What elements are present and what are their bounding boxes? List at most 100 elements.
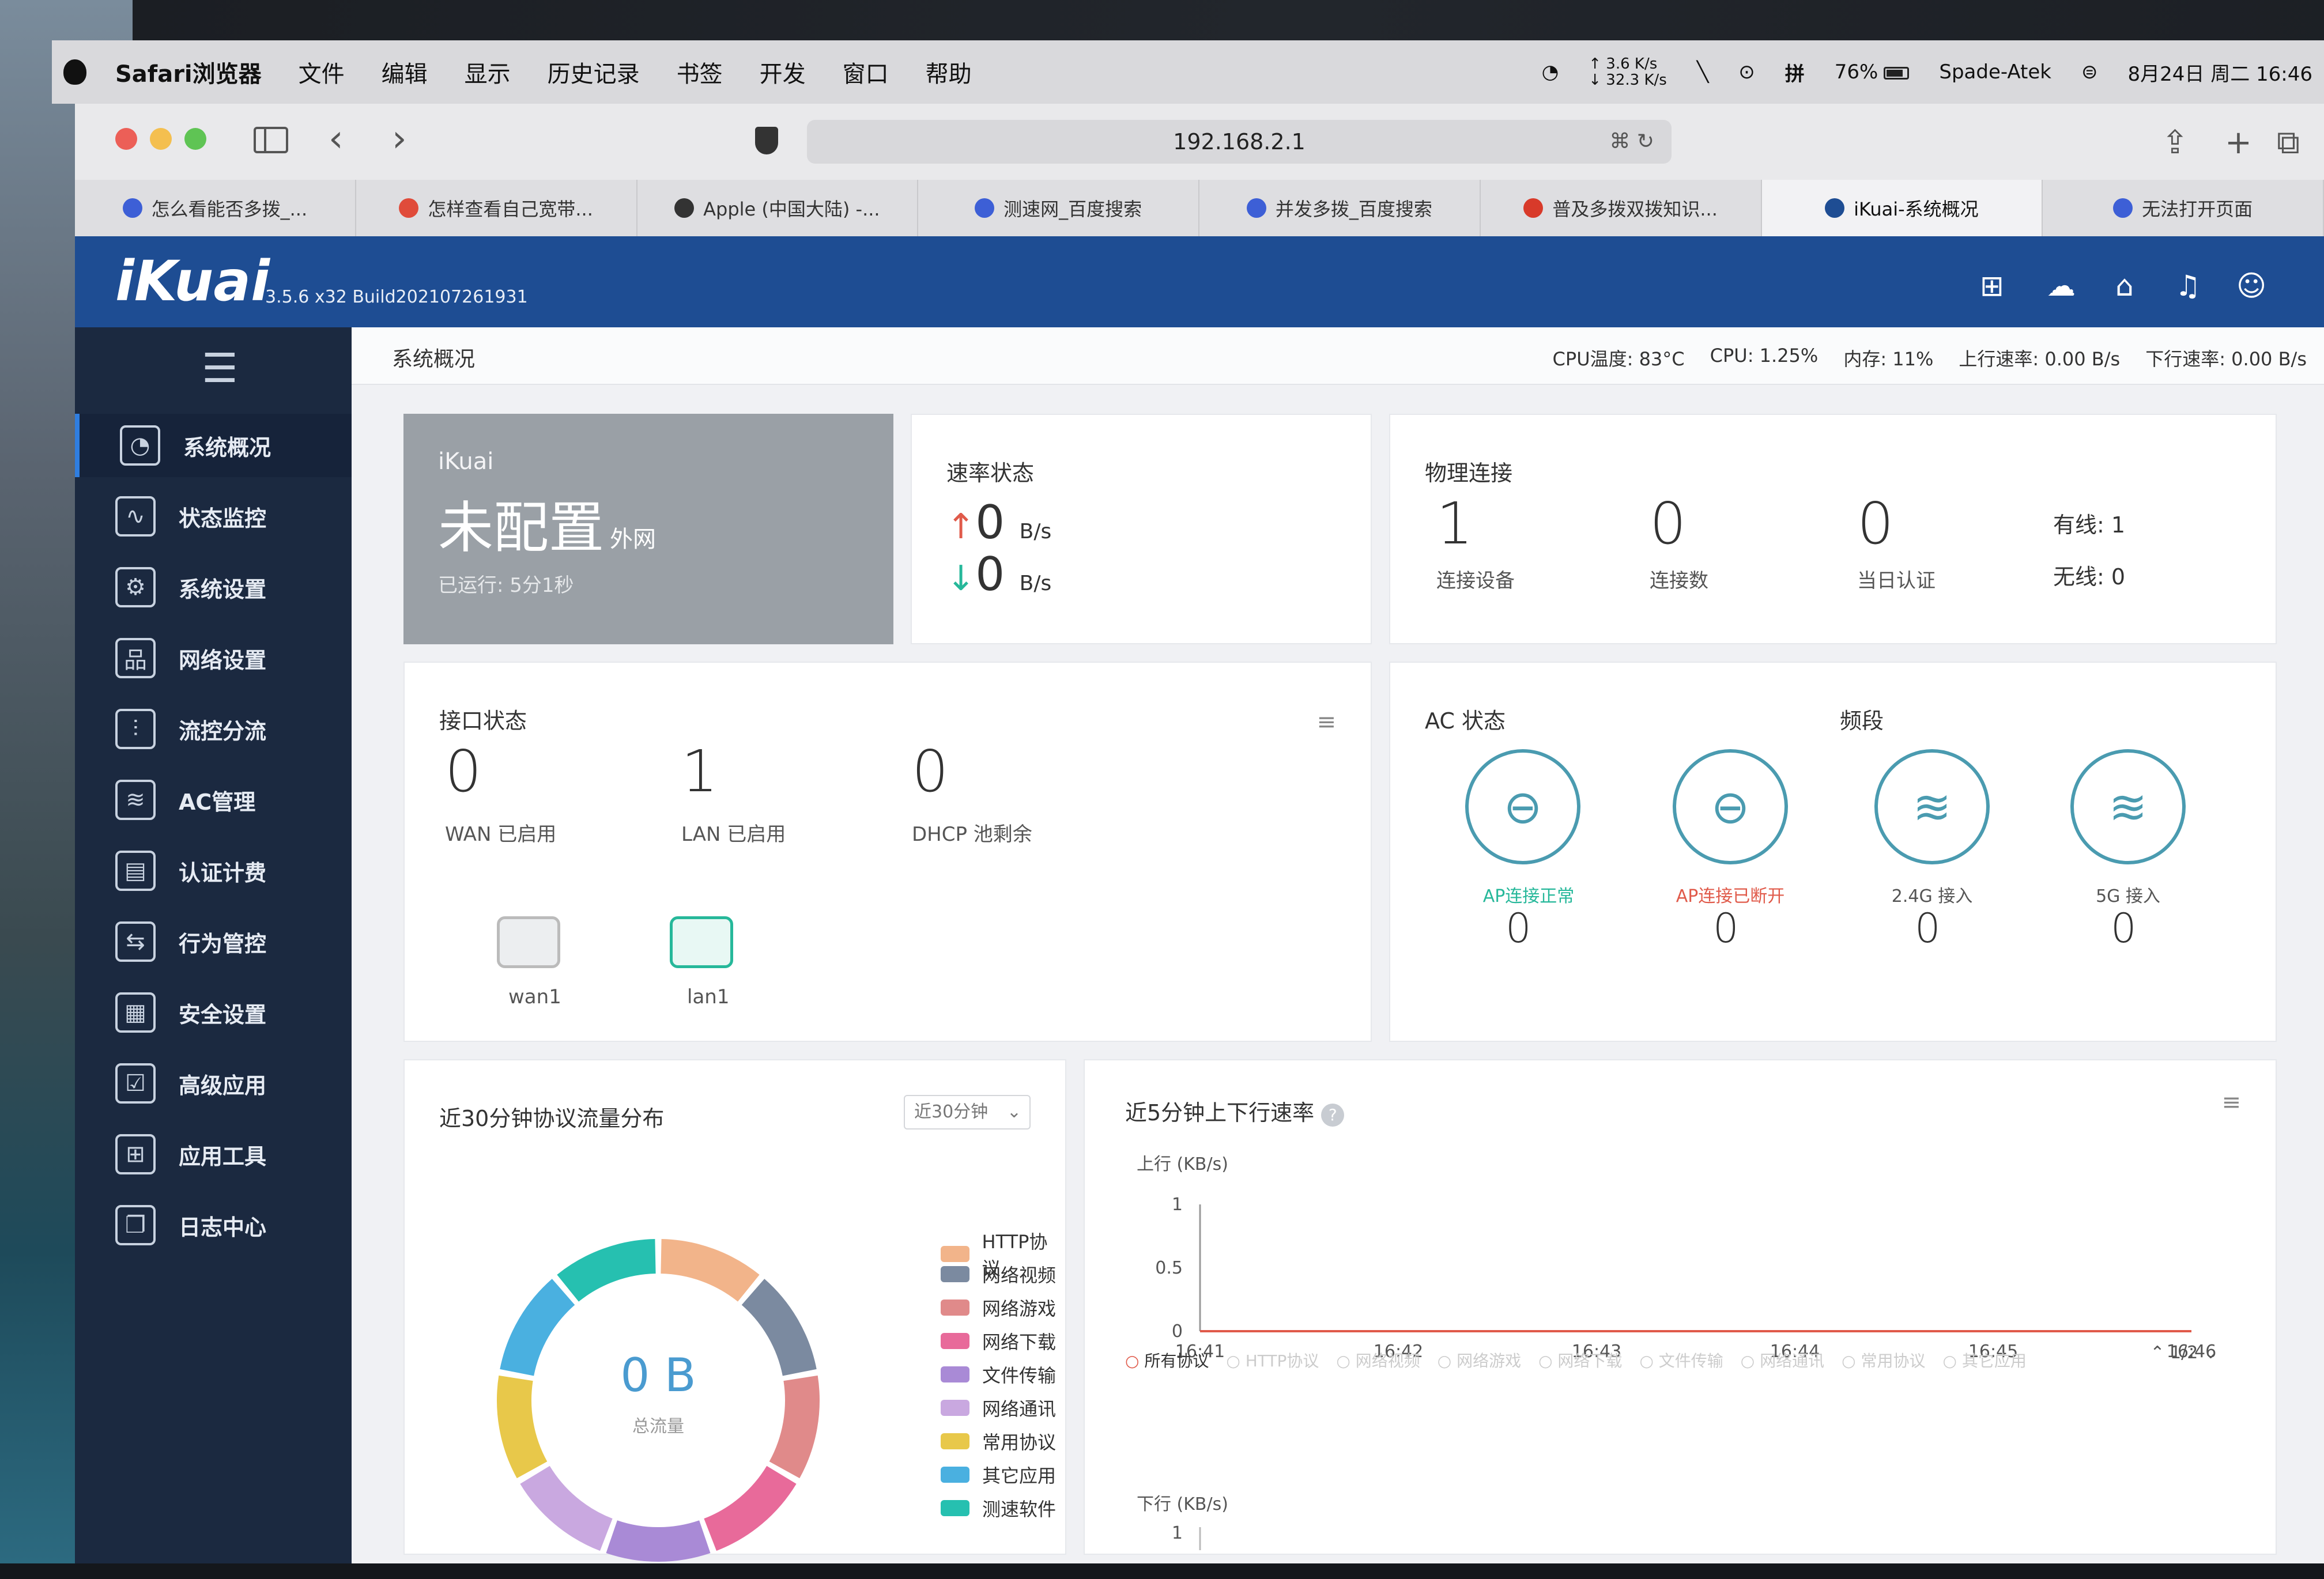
clock[interactable]: 8月24日 周二 16:46 <box>2128 58 2313 86</box>
nav-item[interactable]: 品网络设置 <box>75 626 352 690</box>
browser-tab[interactable]: 并发多拨_百度搜索 <box>1199 180 1481 236</box>
port-lan1: lan1 <box>687 985 730 1008</box>
tab-label: 无法打开页面 <box>2142 198 2253 220</box>
menu-develop[interactable]: 开发 <box>760 55 806 89</box>
forward-icon[interactable]: › <box>392 120 407 157</box>
nav-item[interactable]: ▤ 认证计费 <box>75 839 352 902</box>
menu-bookmarks[interactable]: 书签 <box>677 55 723 89</box>
new-tab-icon[interactable]: + <box>2225 127 2252 159</box>
zoom-window-button[interactable] <box>184 128 206 150</box>
browser-tab[interactable]: Apple (中国大陆) -... <box>637 180 919 236</box>
minimize-window-button[interactable] <box>150 128 172 150</box>
menu-view[interactable]: 显示 <box>465 55 511 89</box>
wifi-24g-icon[interactable]: ≋ <box>1874 749 1990 864</box>
donut-segment[interactable] <box>741 1279 817 1377</box>
privacy-shield-icon[interactable] <box>755 127 778 154</box>
donut-segment[interactable] <box>769 1375 820 1479</box>
nav-item[interactable]: ⚙ 系统设置 <box>75 556 352 619</box>
menu-app[interactable]: Safari浏览器 <box>115 55 262 89</box>
user-name[interactable]: Spade-Atek <box>1939 61 2051 84</box>
legend-item[interactable]: ○ 网络通讯 <box>1741 1348 1824 1372</box>
apple-icon[interactable] <box>63 59 86 85</box>
browser-tab[interactable]: iKuai-系统概况 <box>1761 180 2043 236</box>
nav-item[interactable]: ⫶ 流控分流 <box>75 697 352 761</box>
browser-tab[interactable]: 无法打开页面 <box>2043 180 2324 236</box>
legend-pager[interactable]: ⌃ 1/2 ⌄ <box>2150 1343 2218 1363</box>
browser-tab[interactable]: 测速网_百度搜索 <box>918 180 1199 236</box>
legend-item[interactable]: ○ 其它应用 <box>1943 1348 2027 1372</box>
legend-item[interactable]: 常用协议 <box>941 1428 1056 1455</box>
chevron-down-icon[interactable]: ⌄ <box>2204 1343 2218 1363</box>
donut-segment[interactable] <box>660 1239 760 1302</box>
nav-item[interactable]: ◔ 系统概况 <box>75 414 352 477</box>
donut-segment[interactable] <box>500 1279 575 1377</box>
ethernet-port-icon[interactable] <box>670 916 733 968</box>
tab-overview-icon[interactable]: ⧉ <box>2277 127 2300 159</box>
share-icon[interactable]: ⇪ <box>2161 127 2189 159</box>
nav-item[interactable]: ☑ 高级应用 <box>75 1052 352 1115</box>
legend-item[interactable]: ○ 所有协议 <box>1125 1348 1209 1372</box>
sidebar-icon[interactable] <box>254 127 288 153</box>
donut-segment[interactable] <box>606 1520 711 1562</box>
speedometer-icon[interactable]: ◔ <box>1542 61 1559 84</box>
legend-item[interactable]: 网络视频 <box>941 1261 1056 1287</box>
donut-segment[interactable] <box>497 1375 548 1479</box>
nav-item[interactable]: ▦ 安全设置 <box>75 981 352 1044</box>
legend-item[interactable]: ○ 文件传输 <box>1639 1348 1723 1372</box>
time-range-select[interactable]: 近30分钟 ⌄ <box>904 1095 1031 1130</box>
battery-status[interactable]: 76% <box>1835 61 1910 84</box>
legend-swatch <box>941 1333 969 1349</box>
legend-item[interactable]: 网络下载 <box>941 1328 1056 1354</box>
wifi-5g-icon[interactable]: ≋ <box>2070 749 2186 864</box>
help-icon[interactable]: ? <box>1321 1104 1345 1127</box>
play-icon[interactable]: ⊙ <box>1738 61 1755 84</box>
user-icon[interactable]: ☺ <box>2236 271 2266 301</box>
ethernet-port-icon[interactable] <box>497 916 560 968</box>
pen-icon[interactable]: ╲ <box>1697 61 1708 84</box>
legend-item[interactable]: 其它应用 <box>941 1461 1056 1488</box>
cloud-icon[interactable]: ☁ <box>2046 271 2076 301</box>
legend-item[interactable]: ○ HTTP协议 <box>1226 1348 1319 1372</box>
nav-item[interactable]: ❐ 日志中心 <box>75 1193 352 1257</box>
donut-segment[interactable] <box>557 1239 657 1302</box>
legend-item[interactable]: 网络通讯 <box>941 1395 1056 1421</box>
legend-item[interactable]: ○ 网络游戏 <box>1438 1348 1521 1372</box>
legend-item[interactable]: ○ 常用协议 <box>1842 1348 1925 1372</box>
browser-tab[interactable]: 普及多拨双拨知识... <box>1480 180 1762 236</box>
nav-item[interactable]: ⊞ 应用工具 <box>75 1123 352 1186</box>
browser-tab[interactable]: 怎么看能否多拨_... <box>75 180 356 236</box>
menu-history[interactable]: 历史记录 <box>548 55 640 89</box>
close-window-button[interactable] <box>115 128 137 150</box>
control-center-icon[interactable]: ⊜ <box>2081 61 2098 84</box>
ap-icon[interactable]: ⊖ <box>1465 749 1580 864</box>
donut-segment[interactable] <box>703 1465 797 1551</box>
menu-help[interactable]: 帮助 <box>926 55 972 89</box>
legend-item[interactable]: ○ 网络视频 <box>1336 1348 1420 1372</box>
legend-item[interactable]: 文件传输 <box>941 1361 1056 1388</box>
legend-item[interactable]: ○ 网络下载 <box>1538 1348 1622 1372</box>
menu-window[interactable]: 窗口 <box>843 55 889 89</box>
ap-icon[interactable]: ⊖ <box>1673 749 1788 864</box>
legend-item[interactable]: 测速软件 <box>941 1495 1056 1521</box>
translate-reload-icons[interactable]: ⌘ ↻ <box>1609 120 1654 164</box>
wan-status: 未配置 外网 <box>438 483 656 563</box>
address-bar[interactable]: 192.168.2.1 ⌘ ↻ <box>807 120 1672 164</box>
home-icon[interactable]: ⌂ <box>2110 271 2140 301</box>
nav-item[interactable]: ≋ AC管理 <box>75 768 352 832</box>
legend-item[interactable]: 网络游戏 <box>941 1294 1056 1321</box>
back-icon[interactable]: ‹ <box>329 120 344 157</box>
collapse-menu-icon[interactable]: ☰ <box>202 345 238 392</box>
bell-icon[interactable]: ♫ <box>2173 271 2203 301</box>
donut-segment[interactable] <box>520 1465 613 1551</box>
input-method-icon[interactable]: 拼 <box>1785 58 1805 86</box>
browser-tab[interactable]: 怎样查看自己宽带... <box>356 180 637 236</box>
net-speed[interactable]: ↑ 3.6 K/s ↓ 32.3 K/s <box>1589 56 1667 88</box>
apps-grid-icon[interactable]: ⊞ <box>1977 271 2007 301</box>
menu-lines-icon[interactable]: ≡ <box>2221 1089 2241 1116</box>
menu-lines-icon[interactable]: ≡ <box>1316 709 1336 735</box>
menu-file[interactable]: 文件 <box>299 55 345 89</box>
nav-item[interactable]: ⇆ 行为管控 <box>75 910 352 973</box>
menu-edit[interactable]: 编辑 <box>382 55 428 89</box>
nav-item[interactable]: ∿ 状态监控 <box>75 485 352 548</box>
chevron-up-icon[interactable]: ⌃ <box>2150 1343 2164 1363</box>
